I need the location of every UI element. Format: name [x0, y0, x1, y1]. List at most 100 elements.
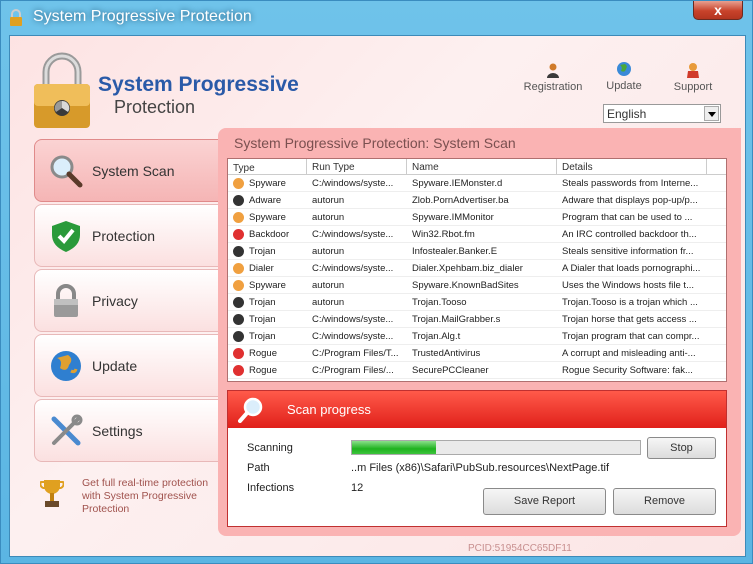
trophy-icon	[40, 480, 64, 507]
scan-progress-title: Scan progress	[287, 402, 371, 417]
severity-icon	[233, 313, 244, 325]
cell-type: Backdoor	[228, 228, 307, 240]
table-row[interactable]: Trojan autorun Trojan.Tooso Trojan.Tooso is…	[228, 294, 726, 311]
cell-type: Trojan	[228, 313, 307, 325]
cell-details: Adware that displays pop-up/p...	[562, 194, 698, 206]
window-title: System Progressive Protection	[33, 8, 252, 25]
language-select[interactable]: English	[603, 104, 721, 123]
type-text: Rogue	[249, 364, 277, 376]
table-row[interactable]: Trojan autorun Infostealer.Banker.E Steals …	[228, 243, 726, 260]
nav-settings-label: Settings	[92, 423, 143, 439]
cell-details: A corrupt and misleading anti-...	[562, 347, 696, 359]
cell-name: Infostealer.Banker.E	[412, 245, 498, 257]
infections-value: 12	[351, 482, 364, 494]
column-header-name[interactable]: Name	[407, 159, 557, 175]
column-header-details[interactable]: Details	[557, 159, 707, 175]
table-row[interactable]: Rogue C:/Program Files/... SecurePCCleaner…	[228, 362, 726, 379]
cell-name: Spyware.IMMonitor	[412, 211, 494, 223]
padlock-logo-icon	[34, 52, 90, 128]
stop-button[interactable]: Stop	[647, 437, 716, 459]
table-row[interactable]: Backdoor C:/windows/syste... Win32.Rbot.fm…	[228, 226, 726, 243]
lock-icon	[10, 9, 22, 26]
path-value: ..m Files (x86)\Safari\PubSub.resources\…	[351, 462, 609, 474]
chevron-down-icon[interactable]	[704, 106, 719, 121]
magnifier-icon	[238, 397, 263, 423]
cell-name: Dialer.Xpehbam.biz_dialer	[412, 262, 523, 274]
cell-details: A Dialer that loads pornographi...	[562, 262, 701, 274]
cell-name: Trojan.MailGrabber.s	[412, 313, 501, 325]
cell-details: An IRC controlled backdoor th...	[562, 228, 697, 240]
language-value: English	[607, 107, 647, 121]
promo-text[interactable]: Get full real-time protection with Syste…	[82, 477, 212, 516]
title-bar[interactable]: System Progressive Protection x	[1, 1, 752, 35]
cell-details: Steals passwords from Interne...	[562, 177, 699, 189]
nav-settings[interactable]: Settings	[34, 399, 226, 462]
table-row[interactable]: Spyware autorun Spyware.IMMonitor Program t…	[228, 209, 726, 226]
cell-run-type: C:/windows/syste...	[312, 177, 394, 189]
cell-details: Program that can be used to ...	[562, 211, 693, 223]
table-row[interactable]: Trojan C:/windows/syste... Trojan.MailGrab…	[228, 311, 726, 328]
type-text: Backdoor	[249, 228, 290, 240]
globe-icon	[617, 62, 631, 76]
cell-run-type: C:/windows/syste...	[312, 330, 394, 342]
cell-details: Trojan program that can compr...	[562, 330, 700, 342]
cell-name: TrustedAntivirus	[412, 347, 481, 359]
cell-run-type: autorun	[312, 245, 345, 257]
type-text: Trojan	[249, 245, 276, 257]
cell-run-type: C:/Program Files/...	[312, 364, 394, 376]
save-report-button[interactable]: Save Report	[483, 488, 606, 515]
scan-progress-header: Scan progress	[228, 391, 726, 428]
nav-privacy[interactable]: Privacy	[34, 269, 226, 332]
scanning-label: Scanning	[247, 442, 293, 454]
nav-system-scan[interactable]: System Scan	[34, 139, 226, 202]
tools-icon	[51, 414, 83, 446]
type-text: Trojan	[249, 313, 276, 325]
remove-button[interactable]: Remove	[613, 488, 716, 515]
type-text: Trojan	[249, 296, 276, 308]
path-label: Path	[247, 462, 270, 474]
cell-name: Spyware.IEMonster.d	[412, 177, 503, 189]
update-link[interactable]: Update	[602, 61, 646, 92]
pcid-text: PCID:51954CC65DF11	[468, 543, 572, 554]
table-row[interactable]: Dialer C:/windows/syste... Dialer.Xpehbam.…	[228, 260, 726, 277]
padlock-icon	[54, 284, 78, 317]
table-row[interactable]: Trojan C:/windows/syste... Trojan.Alg.t Tro…	[228, 328, 726, 345]
column-header-run-type[interactable]: Run Type	[307, 159, 407, 175]
magnifier-icon	[50, 155, 83, 188]
cell-run-type: autorun	[312, 296, 345, 308]
cell-type: Rogue	[228, 364, 307, 376]
close-button[interactable]: x	[693, 1, 743, 20]
registration-link[interactable]: Registration	[522, 62, 584, 93]
client-area: System Progressive Protection Registrati…	[9, 35, 746, 557]
cell-details: Uses the Windows hosts file t...	[562, 279, 694, 291]
cell-name: Trojan.Alg.t	[412, 330, 461, 342]
column-header-type[interactable]: Type	[228, 159, 307, 175]
nav-update[interactable]: Update	[34, 334, 226, 397]
cell-type: Dialer	[228, 262, 307, 274]
table-row[interactable]: Adware autorun Zlob.PornAdvertiser.ba Adwar…	[228, 192, 726, 209]
table-row[interactable]: Rogue C:/Program Files/T... TrustedAntivir…	[228, 345, 726, 362]
severity-icon	[233, 177, 244, 189]
table-row[interactable]: Spyware C:/windows/syste... Spyware.IEMons…	[228, 175, 726, 192]
support-link[interactable]: Support	[670, 62, 716, 93]
brand-subtitle: Protection	[114, 97, 196, 117]
severity-icon	[233, 228, 244, 240]
type-text: Spyware	[249, 211, 286, 223]
cell-name: Trojan.Tooso	[412, 296, 467, 308]
table-header: Type Run Type Name Details	[228, 159, 726, 175]
nav-protection-label: Protection	[92, 228, 156, 244]
scan-progress-bar	[351, 440, 641, 455]
cell-type: Trojan	[228, 296, 307, 308]
cell-details: Rogue Security Software: fak...	[562, 364, 693, 376]
threats-table[interactable]: Type Run Type Name Details Spyware C:/win…	[227, 158, 727, 382]
nav-protection[interactable]: Protection	[34, 204, 226, 267]
nav-update-label: Update	[92, 358, 138, 374]
cell-run-type: C:/Program Files/T...	[312, 347, 399, 359]
cell-details: Trojan.Tooso is a trojan which ...	[562, 296, 698, 308]
severity-icon	[233, 194, 244, 206]
table-row[interactable]: Spyware autorun Spyware.KnownBadSites Uses …	[228, 277, 726, 294]
app-window: System Progressive Protection x System P…	[0, 0, 753, 564]
update-link-label: Update	[606, 80, 642, 92]
cell-details: Steals sensitive information fr...	[562, 245, 694, 257]
type-text: Spyware	[249, 279, 286, 291]
